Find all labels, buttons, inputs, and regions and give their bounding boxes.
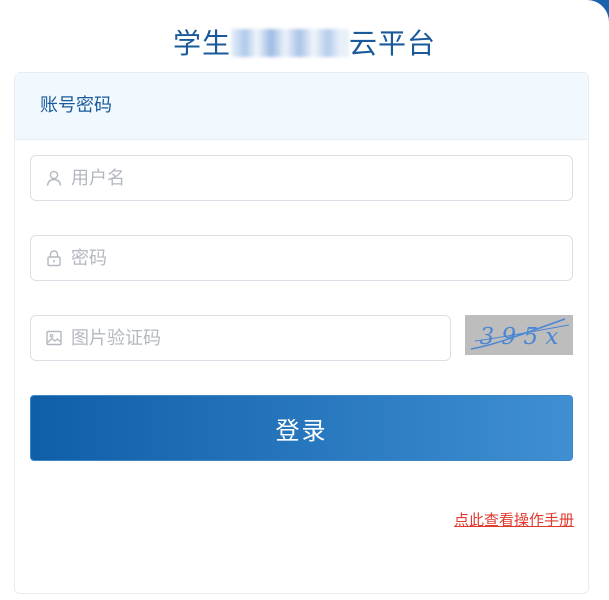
image-icon [45,329,63,347]
tab-account-password[interactable]: 账号密码 [15,73,137,139]
login-panel: 账号密码 用户名 图片验证码 3 9 5 x 登录 点此查看操作手册 [14,72,589,594]
username-input[interactable] [71,156,560,200]
title-suffix: 云平台 [349,27,437,60]
user-icon [45,169,63,187]
page-title: 学生 云平台 [0,22,609,62]
login-button[interactable]: 登录 [30,395,573,461]
tab-bar: 账号密码 [15,73,588,140]
captcha-image[interactable]: 3 9 5 x [465,315,573,355]
password-field-box [30,235,573,281]
title-redacted-blur [231,29,349,57]
title-prefix: 学生 [172,27,231,60]
captcha-text: 3 9 5 x [480,324,559,350]
username-field-box [30,155,573,201]
captcha-input[interactable] [71,316,438,360]
manual-link[interactable]: 点此查看操作手册 [454,509,574,530]
captcha-field-box [30,315,451,361]
login-card: 学生 云平台 账号密码 用户名 图片验证码 3 9 5 x 登录 点此查看操作手… [0,0,609,600]
password-input[interactable] [71,236,560,280]
lock-icon [45,249,63,267]
